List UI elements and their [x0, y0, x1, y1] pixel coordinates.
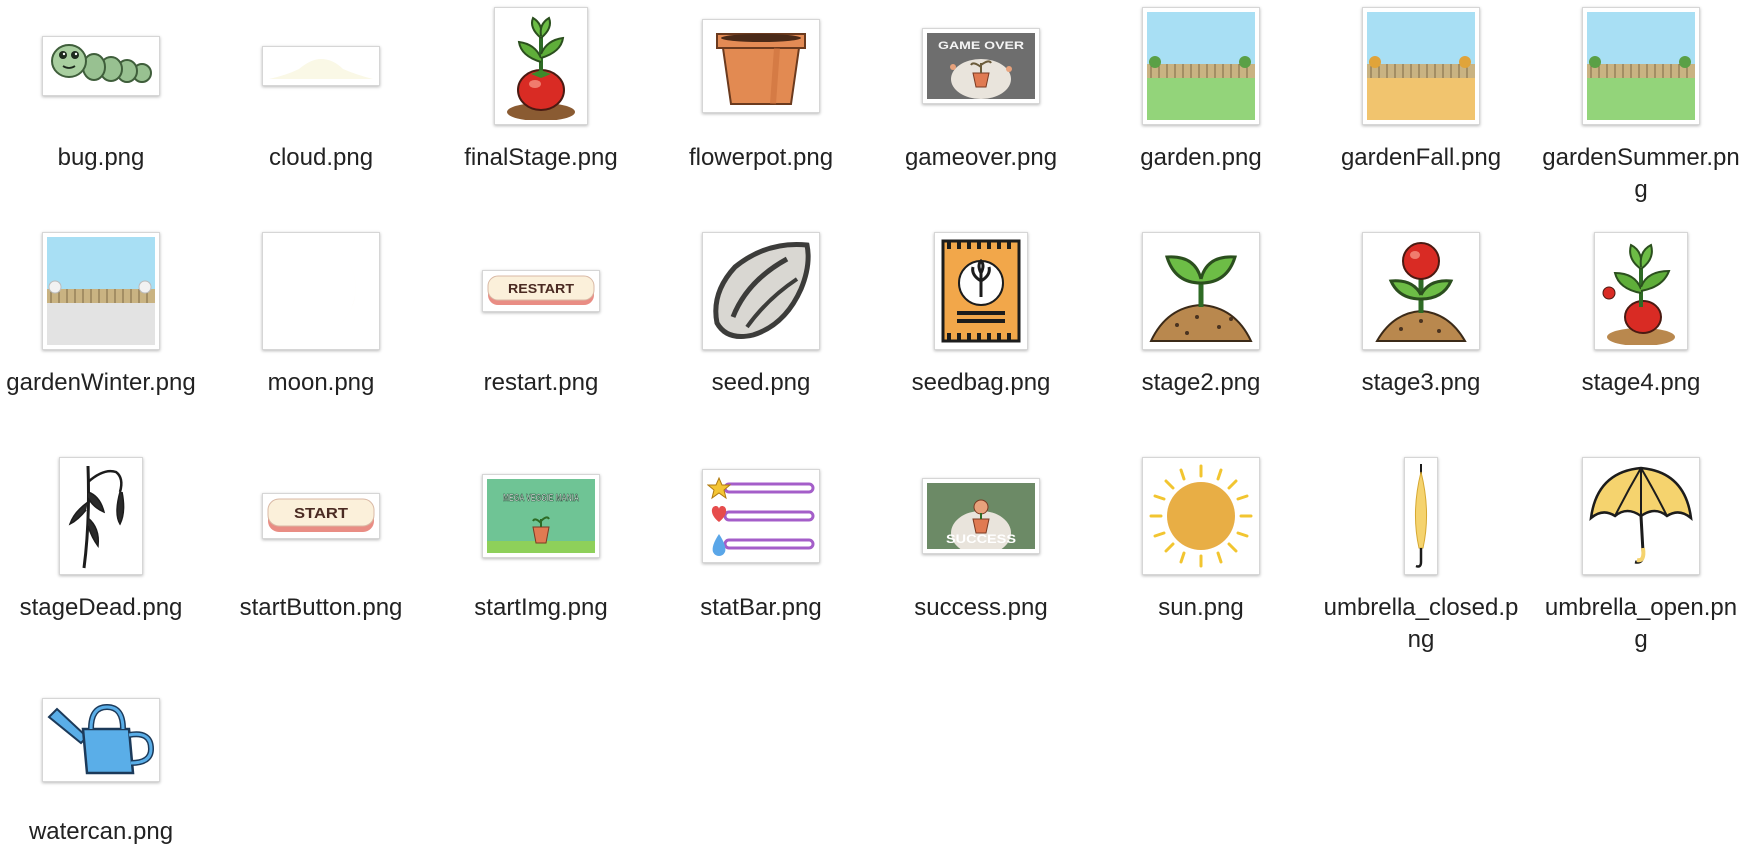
file-name: gardenWinter.png	[6, 369, 196, 396]
file-name: stage4.png	[1581, 369, 1701, 396]
final-stage-plant-icon	[494, 7, 588, 125]
umbrella-closed-icon	[1404, 457, 1438, 575]
plant-stage3-icon	[1362, 232, 1480, 350]
file-item[interactable]: moon.png	[221, 227, 421, 399]
file-item[interactable]: stageDead.png	[1, 452, 201, 624]
file-icon-grid: bug.png cloud.png finalStage.png flowerp…	[0, 0, 1764, 856]
file-item[interactable]: finalStage.png	[441, 2, 641, 174]
svg-text:GAME OVER: GAME OVER	[938, 40, 1024, 52]
file-name: restart.png	[483, 369, 599, 396]
seed-icon	[702, 232, 820, 350]
file-name: gardenSummer.png	[1542, 144, 1740, 203]
file-item[interactable]: seedbag.png	[881, 227, 1081, 399]
file-item[interactable]: bug.png	[1, 2, 201, 174]
file-name: stage3.png	[1361, 369, 1481, 396]
file-name: startImg.png	[474, 594, 608, 621]
file-item[interactable]: GAME OVER gameover.png	[881, 2, 1081, 174]
start-button-icon: START	[262, 493, 380, 539]
file-name: startButton.png	[239, 594, 403, 621]
file-item[interactable]: RESTART restart.png	[441, 227, 641, 399]
umbrella-open-icon	[1582, 457, 1700, 575]
svg-text:SUCCESS: SUCCESS	[946, 532, 1016, 546]
svg-text:MEGA VEGGIE MANIA: MEGA VEGGIE MANIA	[503, 493, 579, 504]
file-item[interactable]: SUCCESS success.png	[881, 452, 1081, 624]
file-item[interactable]: gardenWinter.png	[1, 227, 201, 399]
file-name: sun.png	[1158, 594, 1244, 621]
seedbag-icon	[934, 232, 1028, 350]
file-name: cloud.png	[268, 144, 374, 171]
file-name: umbrella_closed.png	[1323, 594, 1519, 653]
file-name: gardenFall.png	[1340, 144, 1502, 171]
file-name: statBar.png	[700, 594, 822, 621]
file-item[interactable]: stage2.png	[1101, 227, 1301, 399]
file-name: bug.png	[57, 144, 145, 171]
garden-winter-scene-icon	[42, 232, 160, 350]
file-name: umbrella_open.png	[1544, 594, 1738, 653]
file-item[interactable]: umbrella_closed.png	[1321, 452, 1521, 656]
file-item[interactable]: sun.png	[1101, 452, 1301, 624]
file-item[interactable]: gardenSummer.png	[1541, 2, 1741, 206]
file-name: moon.png	[267, 369, 375, 396]
svg-text:START: START	[294, 505, 348, 522]
garden-fall-scene-icon	[1362, 7, 1480, 125]
stat-bar-icon	[702, 469, 820, 563]
file-item[interactable]: seed.png	[661, 227, 861, 399]
garden-summer-scene-icon	[1582, 7, 1700, 125]
file-item[interactable]: START startButton.png	[221, 452, 421, 624]
file-item[interactable]: gardenFall.png	[1321, 2, 1521, 174]
file-name: watercan.png	[28, 818, 174, 845]
dead-plant-icon	[59, 457, 143, 575]
bug-icon	[42, 36, 160, 96]
file-name: seed.png	[711, 369, 811, 396]
flowerpot-icon	[702, 19, 820, 113]
success-icon: SUCCESS	[922, 478, 1040, 554]
garden-scene-icon	[1142, 7, 1260, 125]
file-name: flowerpot.png	[688, 144, 834, 171]
file-item[interactable]: statBar.png	[661, 452, 861, 624]
sun-icon	[1142, 457, 1260, 575]
file-item[interactable]: stage4.png	[1541, 227, 1741, 399]
file-item[interactable]: umbrella_open.png	[1541, 452, 1741, 656]
file-name: success.png	[914, 594, 1048, 621]
file-item[interactable]: garden.png	[1101, 2, 1301, 174]
file-item[interactable]: MEGA VEGGIE MANIA startImg.png	[441, 452, 641, 624]
file-item[interactable]: cloud.png	[221, 2, 421, 174]
file-name: seedbag.png	[911, 369, 1051, 396]
cloud-icon	[262, 46, 380, 86]
file-item[interactable]: flowerpot.png	[661, 2, 861, 174]
sprout-stage2-icon	[1142, 232, 1260, 350]
svg-text:RESTART: RESTART	[508, 281, 574, 296]
file-name: garden.png	[1140, 144, 1262, 171]
restart-button-icon: RESTART	[482, 270, 600, 312]
plant-stage4-icon	[1594, 232, 1688, 350]
game-over-icon: GAME OVER	[922, 28, 1040, 104]
watering-can-icon	[42, 698, 160, 782]
start-screen-icon: MEGA VEGGIE MANIA	[482, 474, 600, 558]
moon-icon	[262, 232, 380, 350]
file-item[interactable]: stage3.png	[1321, 227, 1521, 399]
file-name: finalStage.png	[464, 144, 618, 171]
file-name: stage2.png	[1141, 369, 1261, 396]
file-name: gameover.png	[904, 144, 1058, 171]
file-item[interactable]: watercan.png	[1, 676, 201, 848]
file-name: stageDead.png	[19, 594, 183, 621]
